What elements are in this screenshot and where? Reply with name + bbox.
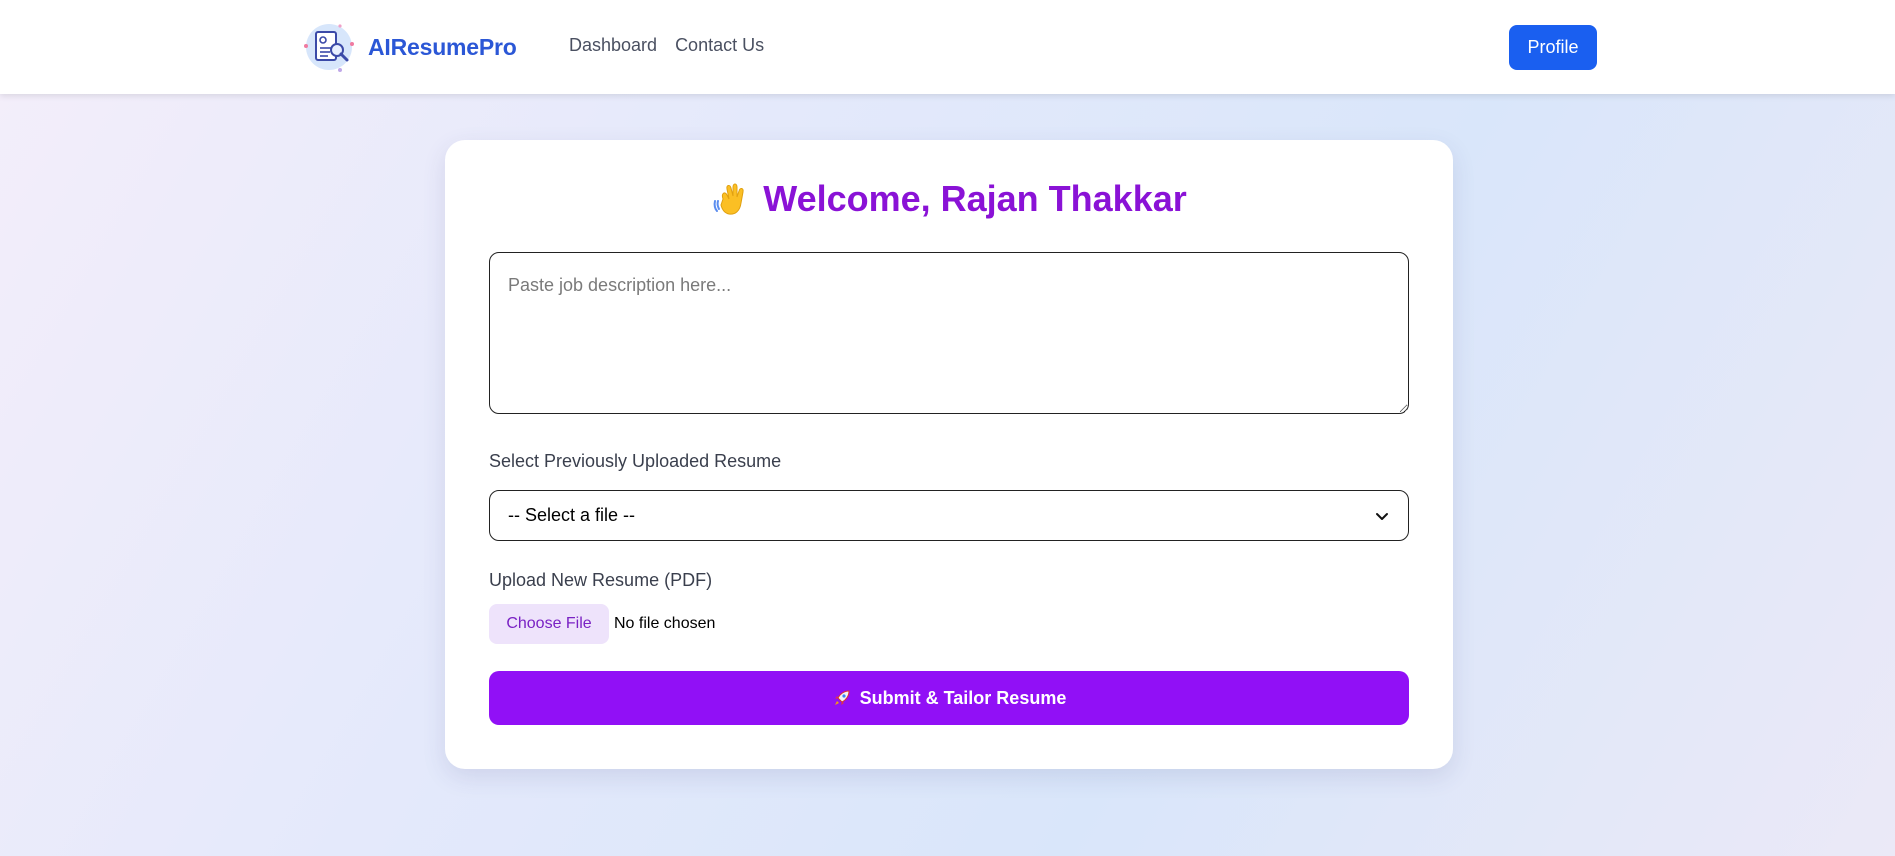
welcome-title: Welcome, Rajan Thakkar xyxy=(763,178,1187,219)
previous-resume-selected-value: -- Select a file -- xyxy=(508,505,636,525)
submit-tailor-resume-button[interactable]: Submit & Tailor Resume xyxy=(489,671,1409,725)
previous-resume-label: Select Previously Uploaded Resume xyxy=(489,451,782,471)
profile-button[interactable]: Profile xyxy=(1509,25,1597,70)
job-description-textarea[interactable] xyxy=(489,252,1409,414)
rocket-icon xyxy=(832,688,852,708)
file-upload-input: Choose File No file chosen xyxy=(489,604,715,644)
nav-link-dashboard[interactable]: Dashboard xyxy=(569,35,657,56)
chevron-down-icon xyxy=(1374,508,1390,524)
resume-search-icon xyxy=(300,20,358,74)
choose-file-button[interactable]: Choose File xyxy=(489,604,609,644)
upload-resume-label: Upload New Resume (PDF) xyxy=(489,570,713,590)
waving-hand-icon xyxy=(711,179,751,219)
submit-label: Submit & Tailor Resume xyxy=(859,687,1067,708)
previous-resume-select[interactable]: -- Select a file -- xyxy=(489,490,1409,541)
brand-logo-link[interactable]: AIResumePro xyxy=(300,20,517,74)
nav-link-contact-us[interactable]: Contact Us xyxy=(675,35,764,56)
nav-links: Dashboard Contact Us xyxy=(569,35,764,56)
navbar: AIResumePro Dashboard Contact Us Profile xyxy=(0,0,1895,94)
brand-name: AIResumePro xyxy=(368,33,517,60)
tailor-form-card: Welcome, Rajan Thakkar Select Previously… xyxy=(445,140,1453,769)
welcome-heading: Welcome, Rajan Thakkar xyxy=(445,178,1453,220)
file-status: No file chosen xyxy=(614,615,716,632)
